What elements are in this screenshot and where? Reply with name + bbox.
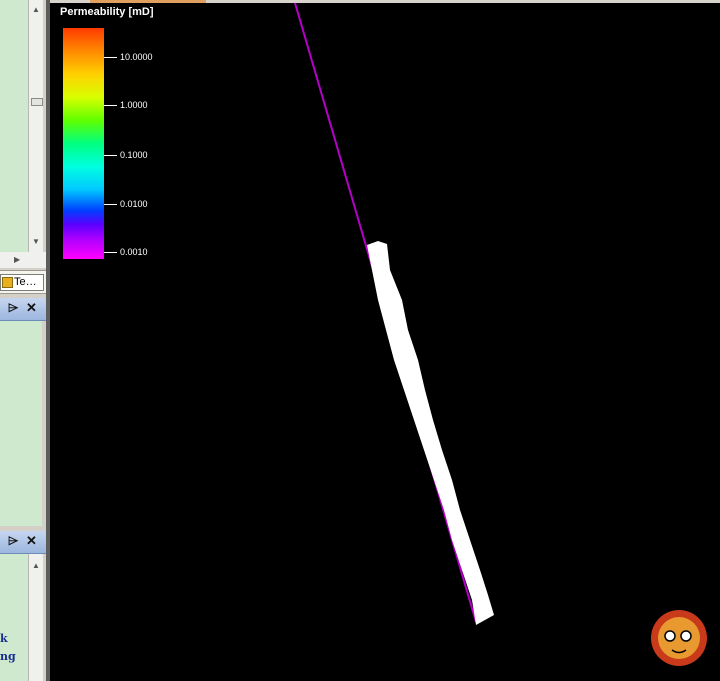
sun-mascot-icon bbox=[651, 610, 707, 666]
legend-tick-label: 0.0100 bbox=[120, 199, 148, 209]
legend-tick-label: 1.0000 bbox=[120, 100, 148, 110]
legend-tick bbox=[104, 204, 117, 205]
legend-title: Permeability [mD] bbox=[60, 6, 154, 18]
permeability-colorbar bbox=[63, 28, 104, 259]
legend-tick-label: 0.1000 bbox=[120, 150, 148, 160]
legend-tick bbox=[104, 105, 117, 106]
legend-tick bbox=[104, 155, 117, 156]
legend-tick bbox=[104, 252, 117, 253]
legend-tick-label: 10.0000 bbox=[120, 52, 153, 62]
legend-tick-label: 0.0010 bbox=[120, 247, 148, 257]
scene-canvas bbox=[294, 2, 707, 666]
legend-tick bbox=[104, 57, 117, 58]
log-track bbox=[367, 241, 494, 625]
